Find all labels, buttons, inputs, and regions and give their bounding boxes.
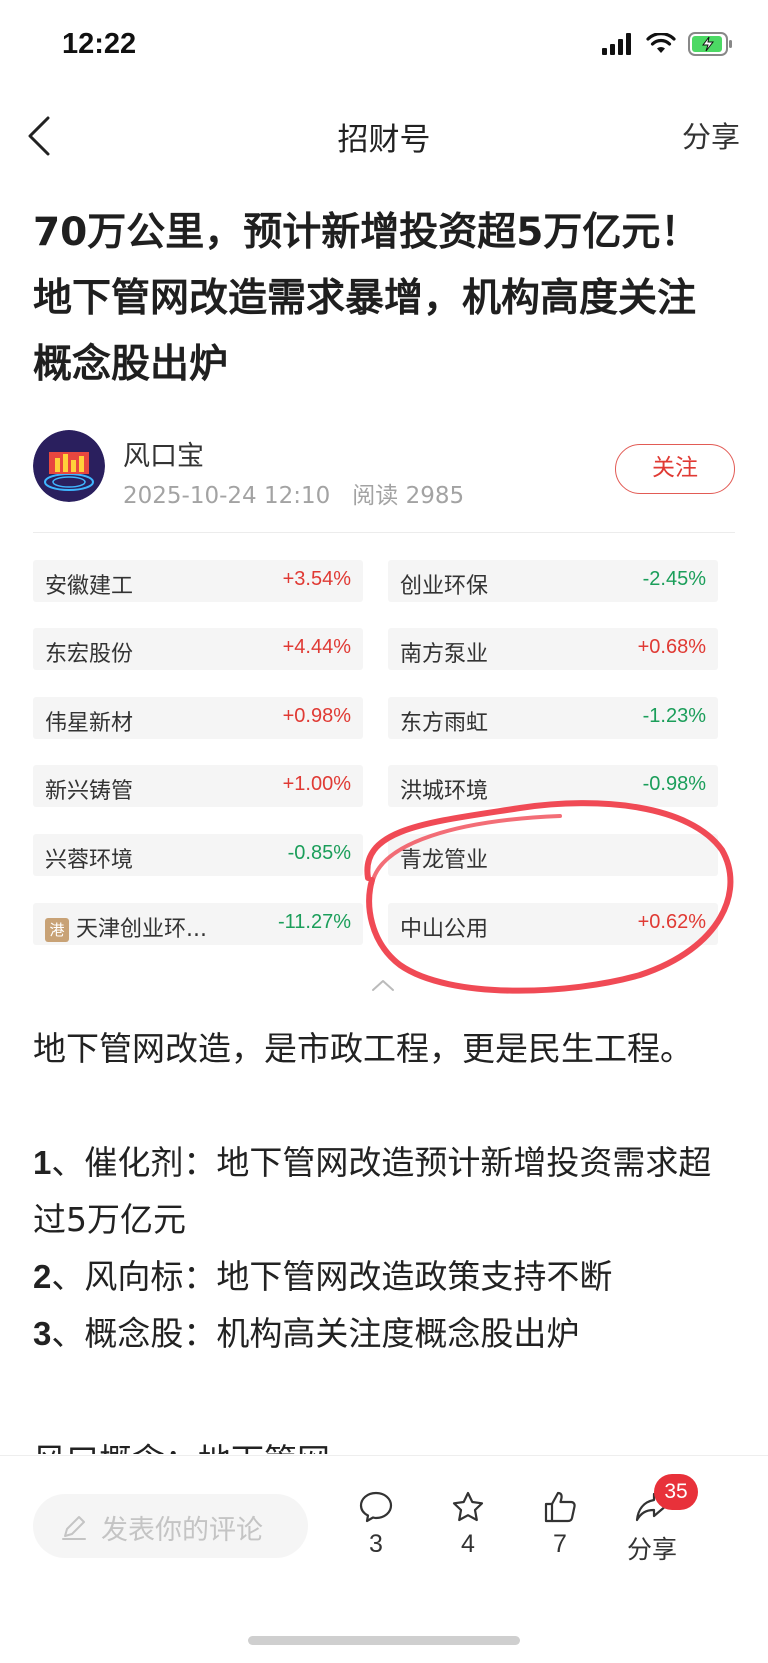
stock-change: +0.62% bbox=[637, 911, 706, 933]
share-link[interactable]: 分享 bbox=[682, 114, 740, 156]
stock-chip[interactable]: 伟星新材 +0.98% bbox=[33, 697, 363, 739]
stock-name: 东宏股份 bbox=[45, 642, 134, 667]
author-name[interactable]: 风口宝 bbox=[123, 434, 204, 473]
stock-change: -2.45% bbox=[642, 568, 706, 590]
stock-name: 中山公用 bbox=[400, 917, 489, 942]
stock-change: +0.98% bbox=[282, 705, 351, 727]
stock-change: +0.68% bbox=[637, 636, 706, 658]
comment-placeholder: 发表你的评论 bbox=[101, 1515, 263, 1546]
home-indicator bbox=[248, 1636, 520, 1645]
status-bar: 12:22 bbox=[0, 0, 768, 100]
share-count-badge: 35 bbox=[654, 1474, 698, 1510]
list-number: 3 bbox=[33, 1315, 52, 1352]
read-count: 阅读 2985 bbox=[352, 483, 465, 509]
stock-change: -11.27% bbox=[277, 911, 351, 933]
stock-change: -0.98% bbox=[642, 773, 706, 795]
stock-name: 伟星新材 bbox=[45, 711, 134, 736]
article-body: 地下管网改造，是市政工程，更是民生工程。 1、催化剂：地下管网改造预计新增投资需… bbox=[33, 1020, 733, 1362]
stock-chip[interactable]: 安徽建工 +3.54% bbox=[33, 560, 363, 602]
stock-chip[interactable]: 东宏股份 +4.44% bbox=[33, 628, 363, 670]
avatar-logo-icon bbox=[33, 430, 105, 502]
stock-chip[interactable]: 青龙管业 bbox=[388, 834, 718, 876]
bottom-bar: 发表你的评论 3 4 7 分享 35 bbox=[0, 1455, 768, 1663]
wifi-icon bbox=[646, 33, 676, 53]
stock-chip[interactable]: 新兴铸管 +1.00% bbox=[33, 765, 363, 807]
comment-count: 3 bbox=[369, 1530, 383, 1558]
comment-icon bbox=[359, 1491, 393, 1523]
author-meta: 2025-10-24 12:10 阅读 2985 bbox=[123, 476, 464, 510]
pen-icon bbox=[62, 1516, 86, 1540]
stock-name: 东方雨虹 bbox=[400, 711, 489, 736]
stock-name: 新兴铸管 bbox=[45, 779, 134, 804]
divider bbox=[33, 532, 735, 533]
stock-chip[interactable]: 东方雨虹 -1.23% bbox=[388, 697, 718, 739]
stock-change: +3.54% bbox=[282, 568, 351, 590]
signal-icon bbox=[602, 33, 631, 55]
paragraph: 地下管网改造，是市政工程，更是民生工程。 bbox=[33, 1029, 693, 1068]
share-button[interactable]: 分享 35 bbox=[612, 1474, 698, 1566]
stock-name: 青龙管业 bbox=[400, 848, 489, 873]
favorite-count: 4 bbox=[461, 1530, 475, 1558]
list-text: 、催化剂：地下管网改造预计新增投资需求超过5万亿元 bbox=[33, 1143, 712, 1239]
collapse-button[interactable] bbox=[370, 976, 396, 994]
stock-name: 港天津创业环... bbox=[45, 911, 207, 943]
nav-bar: 招财号 分享 bbox=[0, 100, 768, 172]
stock-chip[interactable]: 洪城环境 -0.98% bbox=[388, 765, 718, 807]
stock-chip[interactable]: 兴蓉环境 -0.85% bbox=[33, 834, 363, 876]
comment-button[interactable]: 3 bbox=[336, 1490, 416, 1559]
stock-change: +4.44% bbox=[282, 636, 351, 658]
follow-button[interactable]: 关注 bbox=[615, 444, 735, 494]
stock-name: 兴蓉环境 bbox=[45, 848, 134, 873]
list-text: 、概念股：机构高关注度概念股出炉 bbox=[51, 1314, 580, 1353]
chevron-up-icon bbox=[372, 980, 394, 991]
list-item: 1、催化剂：地下管网改造预计新增投资需求超过5万亿元 bbox=[33, 1134, 733, 1248]
hk-badge: 港 bbox=[45, 918, 69, 942]
status-time: 12:22 bbox=[62, 28, 137, 60]
status-icons bbox=[602, 32, 734, 56]
like-count: 7 bbox=[553, 1530, 567, 1558]
stock-change: -1.23% bbox=[642, 705, 706, 727]
stock-chip[interactable]: 南方泵业 +0.68% bbox=[388, 628, 718, 670]
comment-input[interactable]: 发表你的评论 bbox=[33, 1494, 308, 1558]
author-row: 风口宝 2025-10-24 12:10 阅读 2985 关注 bbox=[33, 430, 735, 509]
list-item: 2、风向标：地下管网改造政策支持不断 bbox=[33, 1248, 733, 1305]
list-number: 1 bbox=[33, 1144, 52, 1181]
battery-icon bbox=[688, 32, 732, 56]
cut-off-line: 风口概念：地下管网 bbox=[33, 1432, 733, 1454]
stock-chip[interactable]: 中山公用 +0.62% bbox=[388, 903, 718, 945]
publish-datetime: 2025-10-24 12:10 bbox=[123, 483, 331, 509]
stock-chip[interactable]: 港天津创业环... -11.27% bbox=[33, 903, 363, 945]
stock-name: 安徽建工 bbox=[45, 574, 134, 599]
like-button[interactable]: 7 bbox=[520, 1490, 600, 1559]
nav-title: 招财号 bbox=[337, 122, 431, 158]
article-title: 70万公里，预计新增投资超5万亿元！地下管网改造需求暴增，机构高度关注概念股出炉 bbox=[33, 210, 700, 387]
stock-name-text: 天津创业环... bbox=[76, 917, 207, 942]
list-text: 、风向标：地下管网改造政策支持不断 bbox=[51, 1257, 613, 1296]
stock-change: +1.00% bbox=[282, 773, 351, 795]
stock-chip[interactable]: 创业环保 -2.45% bbox=[388, 560, 718, 602]
favorite-button[interactable]: 4 bbox=[428, 1490, 508, 1559]
stock-name: 创业环保 bbox=[400, 574, 489, 599]
avatar[interactable] bbox=[33, 430, 105, 502]
share-label: 分享 bbox=[626, 1535, 677, 1564]
list-number: 2 bbox=[33, 1258, 52, 1295]
star-icon bbox=[452, 1491, 484, 1522]
thumbs-up-icon bbox=[544, 1491, 576, 1523]
stock-name: 洪城环境 bbox=[400, 779, 489, 804]
stock-change: -0.85% bbox=[287, 842, 351, 864]
stock-name: 南方泵业 bbox=[400, 642, 489, 667]
list-item: 3、概念股：机构高关注度概念股出炉 bbox=[33, 1305, 733, 1362]
